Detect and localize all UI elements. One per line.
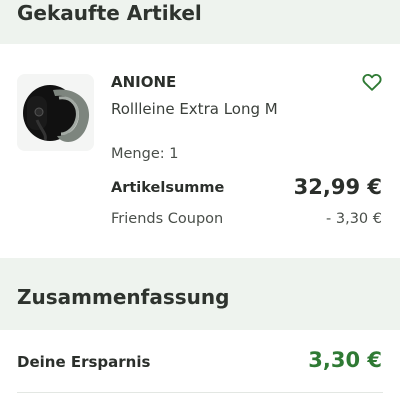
summary-card: Deine Ersparnis 3,30 € [0, 330, 400, 400]
quantity-text: Menge: 1 [111, 146, 179, 162]
product-image[interactable] [17, 74, 94, 151]
divider [17, 392, 383, 393]
order-item-card[interactable]: ANIONE Rollleine Extra Long M Menge: 1 A… [0, 44, 400, 258]
favorite-heart-icon[interactable] [361, 71, 383, 93]
product-name[interactable]: Rollleine Extra Long M [111, 100, 278, 118]
purchased-items-title: Gekaufte Artikel [17, 1, 202, 25]
summary-title: Zusammenfassung [17, 285, 230, 309]
summary-header: Zusammenfassung [0, 258, 400, 330]
coupon-label: Friends Coupon [111, 211, 224, 227]
savings-label: Deine Ersparnis [17, 353, 151, 371]
leash-image-icon [17, 74, 94, 151]
item-subtotal-label: Artikelsumme [111, 180, 225, 196]
purchased-items-header: Gekaufte Artikel [0, 0, 400, 44]
product-brand: ANIONE [111, 73, 177, 91]
item-subtotal-value: 32,99 € [293, 175, 382, 199]
coupon-value: - 3,30 € [326, 211, 382, 227]
savings-value: 3,30 € [308, 348, 382, 372]
